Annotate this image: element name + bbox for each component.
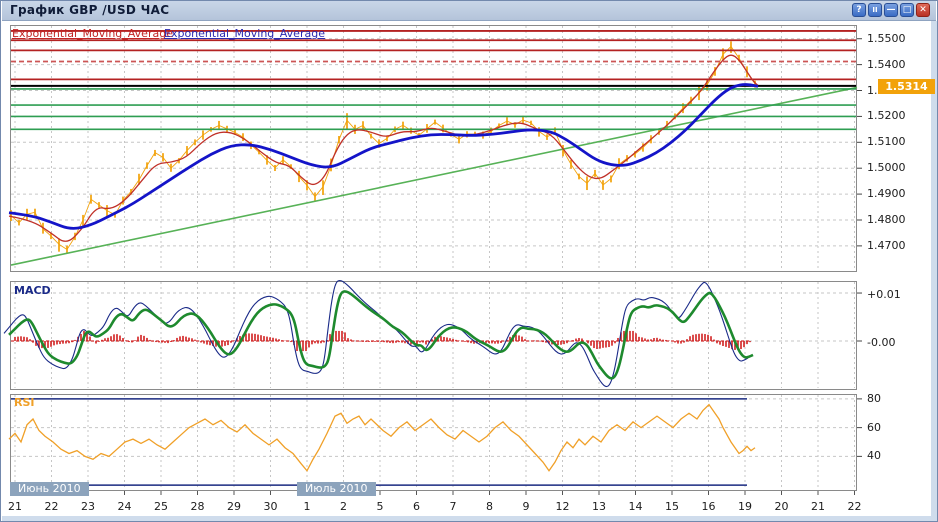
x-axis-label: 2 xyxy=(340,500,347,513)
x-axis-label: 22 xyxy=(45,500,59,513)
x-axis-label: 22 xyxy=(848,500,862,513)
x-axis-label: 9 xyxy=(523,500,530,513)
ema-fast-label: Exponential_Moving_Average xyxy=(12,27,173,40)
x-axis-label: 8 xyxy=(486,500,493,513)
x-axis-label: 6 xyxy=(413,500,420,513)
x-axis-label: 15 xyxy=(665,500,679,513)
window-title: График GBP /USD ЧАС xyxy=(10,3,169,17)
help-button[interactable]: ? xyxy=(852,3,866,17)
month-badge: Июнь 2010 xyxy=(10,482,89,496)
macd-axis-label: -0.00 xyxy=(867,336,895,349)
price-axis-label: 1.5200 xyxy=(867,109,906,122)
current-price-badge: 1.5314 xyxy=(878,79,935,94)
x-axis-label: 16 xyxy=(702,500,716,513)
price-axis-label: 1.4900 xyxy=(867,187,906,200)
x-axis-label: 21 xyxy=(8,500,22,513)
rsi-axis-label: 40 xyxy=(867,449,881,462)
macd-panel[interactable] xyxy=(10,281,857,390)
bottom-frame-strip xyxy=(2,516,938,522)
minimize-button[interactable]: — xyxy=(884,3,898,17)
price-axis-label: 1.5500 xyxy=(867,32,906,45)
x-axis-label: 30 xyxy=(264,500,278,513)
rsi-label: RSI xyxy=(14,396,35,409)
x-axis-label: 23 xyxy=(81,500,95,513)
price-axis-label: 1.5400 xyxy=(867,58,906,71)
close-button[interactable]: ✕ xyxy=(916,3,930,17)
x-axis-label: 20 xyxy=(775,500,789,513)
x-axis-label: 14 xyxy=(629,500,643,513)
price-axis-label: 1.5000 xyxy=(867,161,906,174)
month-badge: Июль 2010 xyxy=(297,482,376,496)
maximize-button[interactable]: □ xyxy=(900,3,914,17)
window-buttons: ? II — □ ✕ xyxy=(852,3,930,17)
macd-axis-label: +0.01 xyxy=(867,288,901,301)
x-axis-label: 28 xyxy=(191,500,205,513)
x-axis-label: 12 xyxy=(556,500,570,513)
title-bar[interactable]: График GBP /USD ЧАС ? II — □ ✕ xyxy=(2,1,936,21)
price-chart-panel[interactable] xyxy=(10,25,857,272)
rsi-axis-label: 60 xyxy=(867,421,881,434)
x-axis-label: 25 xyxy=(154,500,168,513)
x-axis-label: 7 xyxy=(450,500,457,513)
right-frame-strip xyxy=(931,21,938,516)
price-axis-label: 1.5100 xyxy=(867,135,906,148)
price-axis-label: 1.4800 xyxy=(867,213,906,226)
x-axis-label: 19 xyxy=(738,500,752,513)
rsi-panel[interactable] xyxy=(10,394,857,491)
x-axis-label: 1 xyxy=(304,500,311,513)
pause-button[interactable]: II xyxy=(868,3,882,17)
price-axis-label: 1.4700 xyxy=(867,239,906,252)
x-axis-label: 24 xyxy=(118,500,132,513)
macd-label: MACD xyxy=(14,284,51,297)
ema-slow-label: Exponential_Moving_Average xyxy=(164,27,325,40)
rsi-axis-label: 80 xyxy=(867,392,881,405)
x-axis-label: 5 xyxy=(377,500,384,513)
x-axis-label: 21 xyxy=(811,500,825,513)
x-axis-label: 13 xyxy=(592,500,606,513)
x-axis-label: 29 xyxy=(227,500,241,513)
chart-window: График GBP /USD ЧАС ? II — □ ✕ Exponenti… xyxy=(0,0,938,522)
